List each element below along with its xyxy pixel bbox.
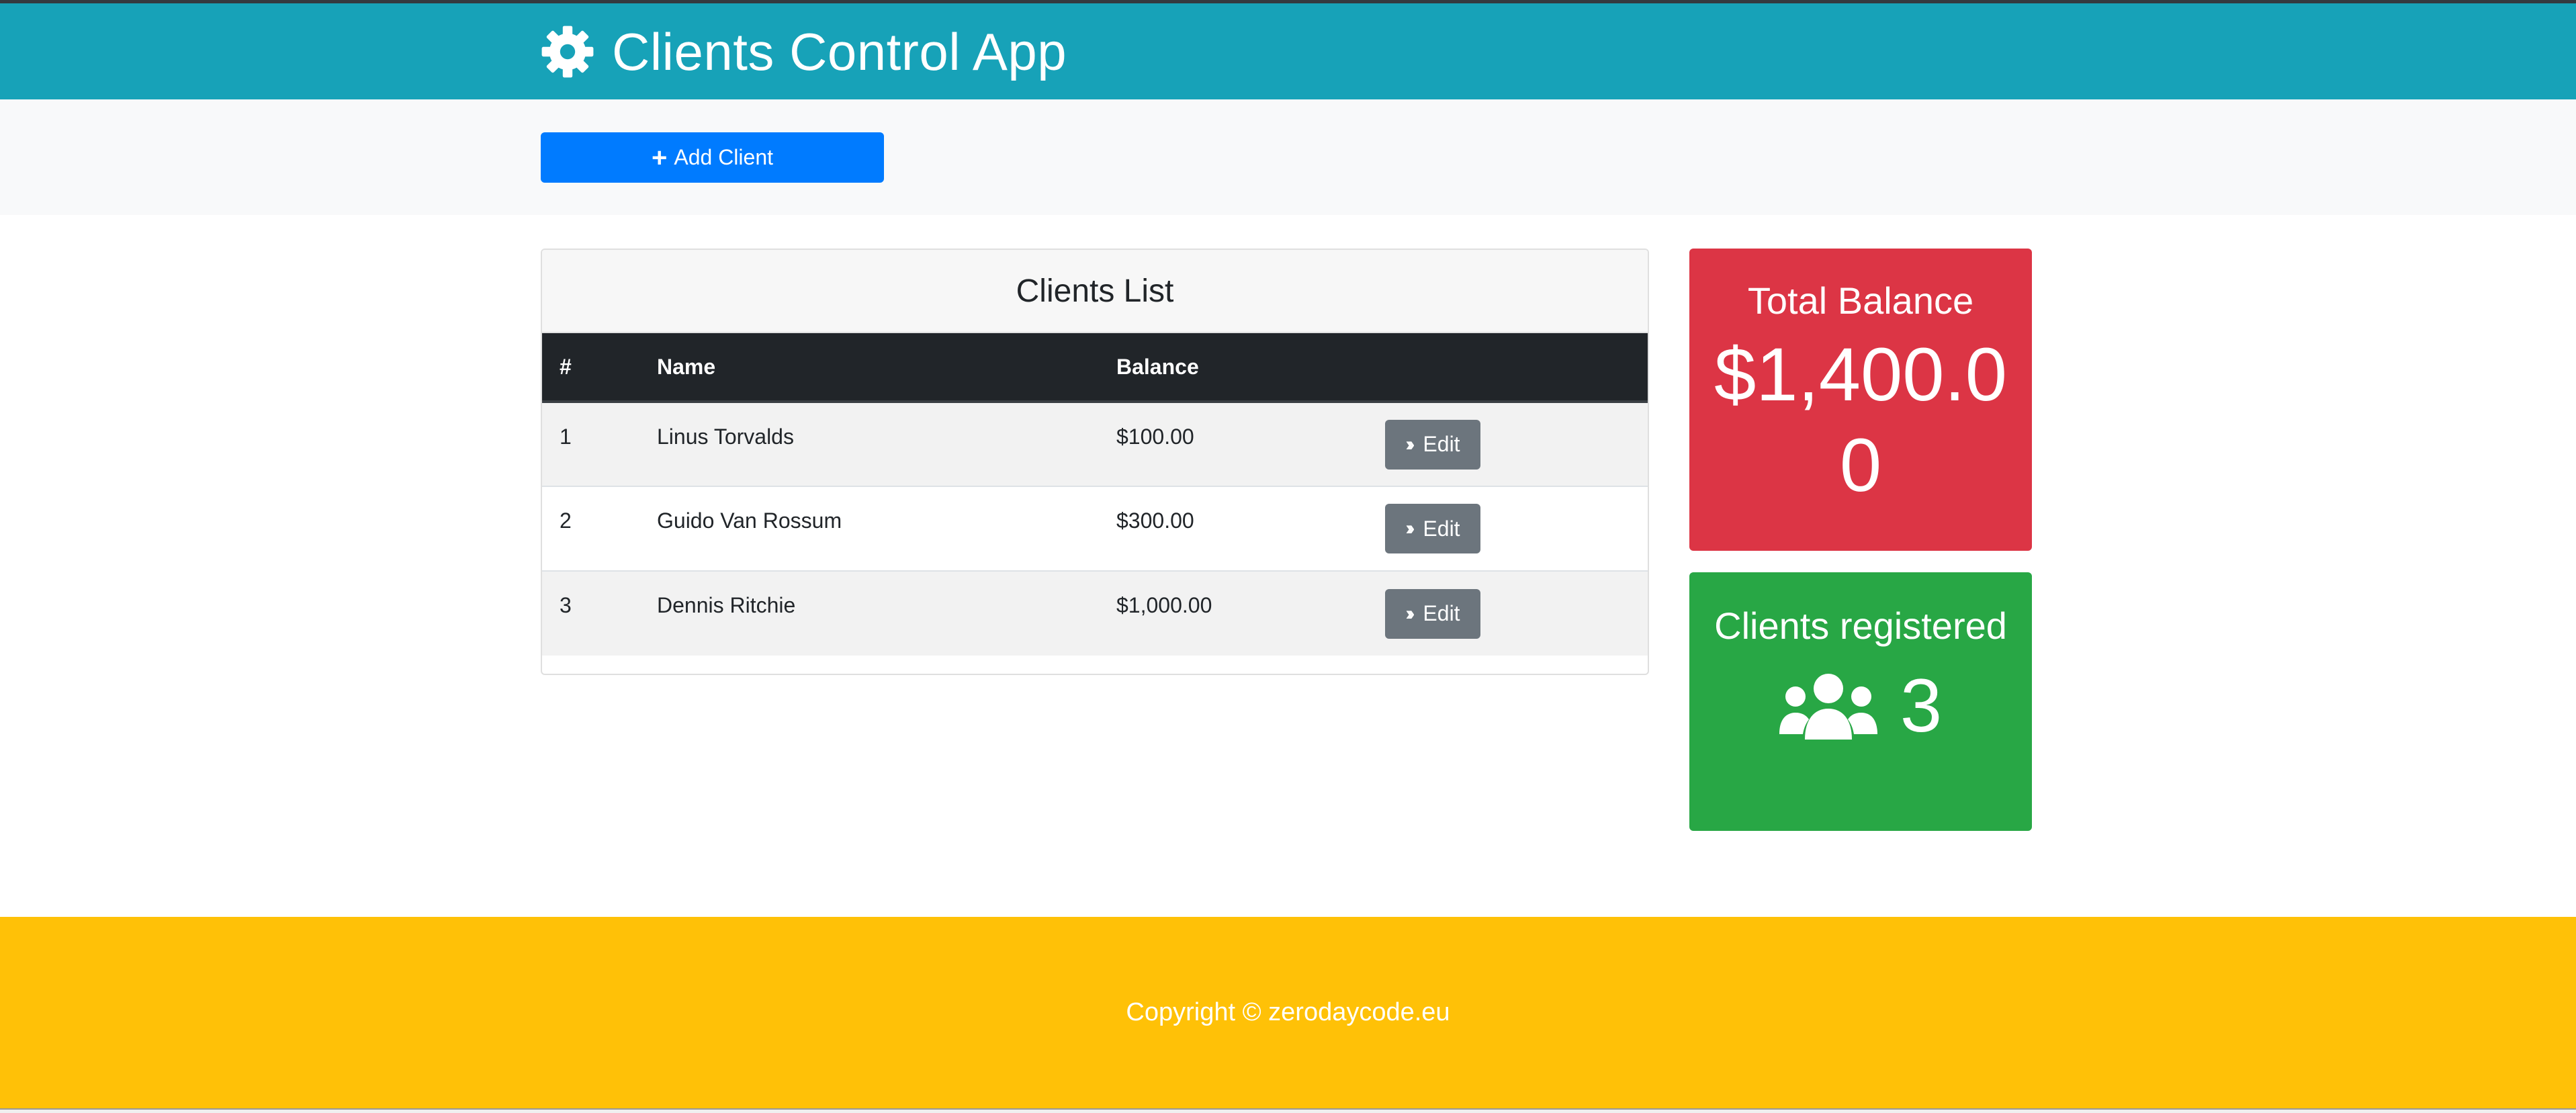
client-name: Linus Torvalds <box>639 401 1099 486</box>
table-row: 3 Dennis Ritchie $1,000.00 ›› Edit <box>542 570 1648 656</box>
table-row: 1 Linus Torvalds $100.00 ›› Edit <box>542 401 1648 486</box>
client-number: 3 <box>542 570 639 656</box>
copyright-text: Copyright © zerodaycode.eu <box>1126 998 1450 1026</box>
column-header-number: # <box>542 333 639 403</box>
column-header-name: Name <box>639 333 1099 403</box>
client-name: Guido Van Rossum <box>639 486 1099 571</box>
client-number: 2 <box>542 486 639 571</box>
add-client-button[interactable]: + Add Client <box>541 132 884 183</box>
clients-list-header: Clients List <box>542 250 1648 333</box>
client-balance: $100.00 <box>1099 401 1368 486</box>
edit-button[interactable]: ›› Edit <box>1385 504 1480 553</box>
table-header-row: # Name Balance <box>542 333 1648 403</box>
app-title: Clients Control App <box>612 21 1067 81</box>
bottom-edge <box>0 1108 2576 1113</box>
edit-label: Edit <box>1423 601 1460 625</box>
client-actions: ›› Edit <box>1368 570 1648 656</box>
double-chevron-right-icon: ›› <box>1405 602 1415 625</box>
clients-count: 3 <box>1900 664 1943 748</box>
client-balance: $1,000.00 <box>1099 570 1368 656</box>
add-client-label: Add Client <box>674 145 773 169</box>
client-number: 1 <box>542 401 639 486</box>
clients-list-card: Clients List # Name Balance 1 Linus Torv… <box>541 249 1649 675</box>
client-balance: $300.00 <box>1099 486 1368 571</box>
edit-button[interactable]: ›› Edit <box>1385 419 1480 470</box>
edit-label: Edit <box>1423 432 1460 456</box>
clients-count-row: 3 <box>1779 668 1942 744</box>
clients-registered-card: Clients registered 3 <box>1689 572 2032 831</box>
clients-list-title: Clients List <box>1016 273 1174 309</box>
gear-icon <box>541 25 594 79</box>
page: Clients Control App + Add Client Clients… <box>0 0 2576 1113</box>
total-balance-value: $1,400.00 <box>1714 332 2007 507</box>
client-name: Dennis Ritchie <box>639 570 1099 656</box>
clients-table: # Name Balance 1 Linus Torvalds $100.00 … <box>542 333 1648 656</box>
app-header: Clients Control App <box>0 3 2576 99</box>
total-balance-card: Total Balance $1,400.00 <box>1689 249 2032 551</box>
edit-label: Edit <box>1423 516 1460 541</box>
footer: Copyright © zerodaycode.eu <box>0 917 2576 1108</box>
plus-icon: + <box>652 142 668 173</box>
client-actions: ›› Edit <box>1368 486 1648 571</box>
table-row: 2 Guido Van Rossum $300.00 ›› Edit <box>542 486 1648 571</box>
client-actions: ›› Edit <box>1368 401 1648 486</box>
edit-button[interactable]: ›› Edit <box>1385 588 1480 639</box>
column-header-actions <box>1368 333 1648 403</box>
total-balance-title: Total Balance <box>1747 279 1974 322</box>
double-chevron-right-icon: ›› <box>1405 433 1415 455</box>
users-icon <box>1779 672 1877 740</box>
action-bar: + Add Client <box>0 99 2576 215</box>
column-header-balance: Balance <box>1099 333 1368 403</box>
clients-registered-title: Clients registered <box>1714 605 2007 647</box>
double-chevron-right-icon: ›› <box>1405 517 1415 539</box>
brand[interactable]: Clients Control App <box>541 18 1067 85</box>
